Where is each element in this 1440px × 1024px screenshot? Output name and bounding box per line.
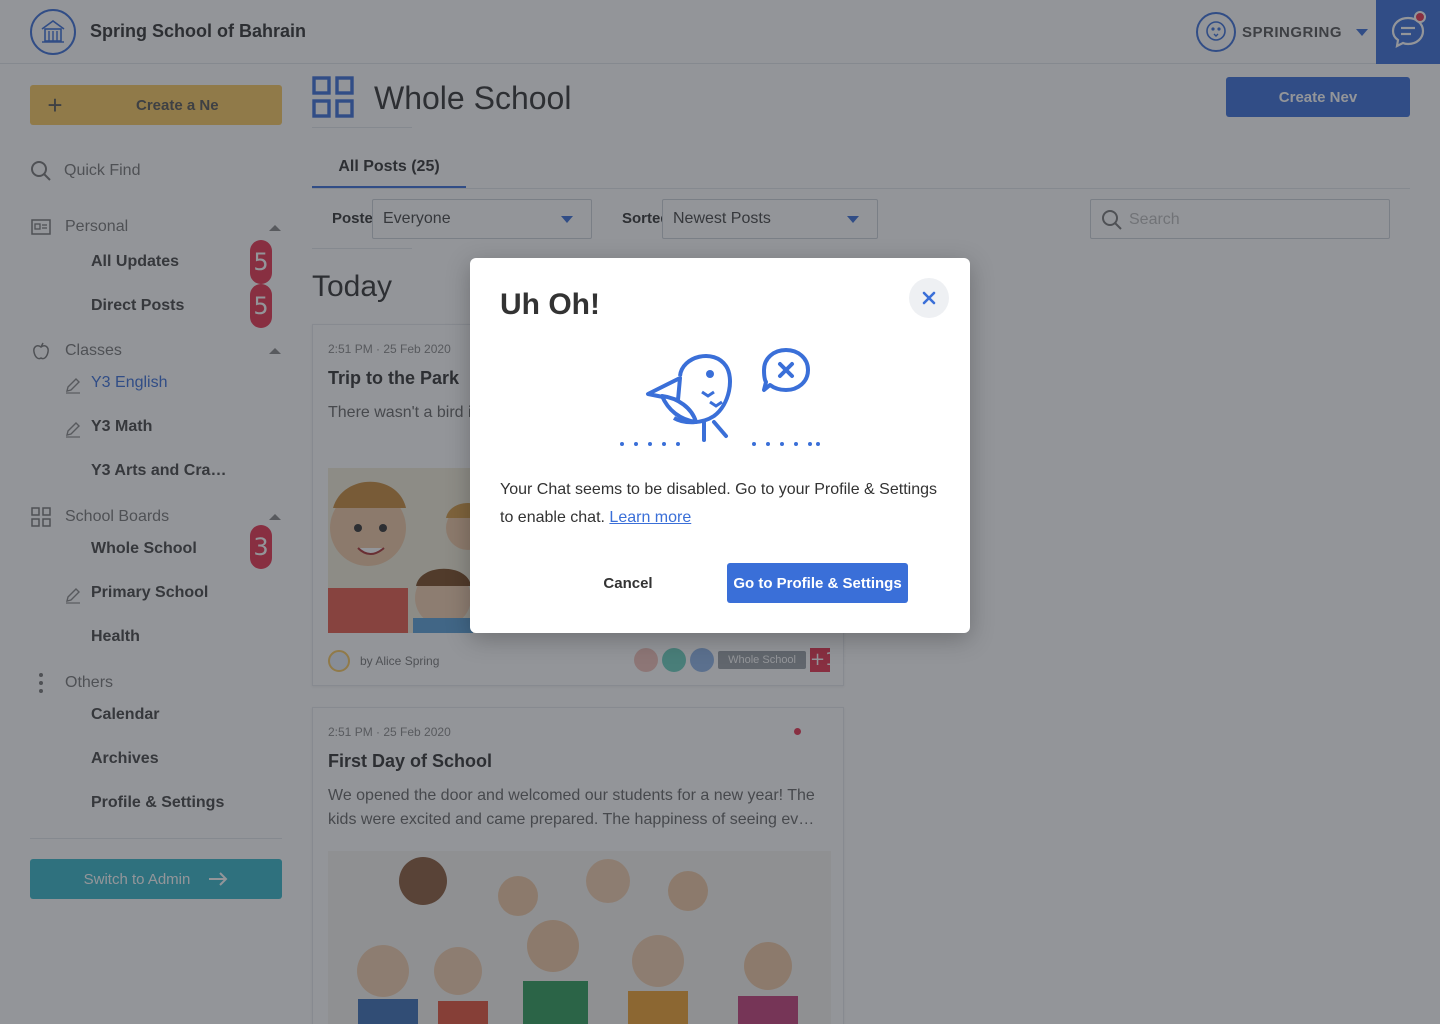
dialog-title: Uh Oh! [500,288,600,321]
dialog-message: Your Chat seems to be disabled. Go to yo… [500,476,945,532]
chat-disabled-dialog: Uh Oh! Your Chat seems to be disabled. G… [470,258,970,633]
go-to-profile-settings-button[interactable]: Go to Profile & Settings [727,563,908,603]
learn-more-link[interactable]: Learn more [609,509,691,526]
close-button[interactable] [909,278,949,318]
dialog-message-text: Your Chat seems to be disabled. Go to yo… [500,481,937,526]
sad-bird-illustration [620,348,820,446]
cancel-button[interactable]: Cancel [588,563,668,603]
close-icon [922,291,936,305]
